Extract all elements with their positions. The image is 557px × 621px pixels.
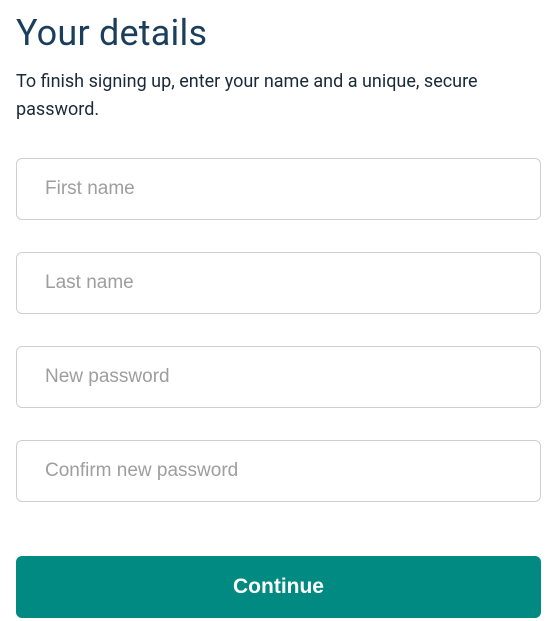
page-subtitle: To finish signing up, enter your name an…: [16, 68, 541, 124]
new-password-input[interactable]: [16, 346, 541, 408]
page-title: Your details: [16, 12, 541, 54]
first-name-input[interactable]: [16, 158, 541, 220]
signup-form: Continue: [16, 158, 541, 618]
confirm-password-input[interactable]: [16, 440, 541, 502]
last-name-input[interactable]: [16, 252, 541, 314]
continue-button[interactable]: Continue: [16, 556, 541, 618]
